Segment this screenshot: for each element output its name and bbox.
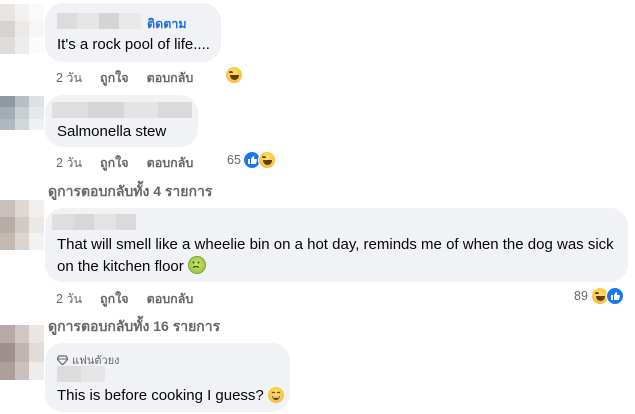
avatar[interactable] (0, 96, 44, 130)
comment-text: This is before cooking I guess? (57, 385, 284, 407)
comment-actions: 2 วัน ถูกใจ ตอบกลับ (56, 153, 193, 173)
comment-text: That will smell like a wheelie bin on a … (57, 236, 614, 275)
commenter-name[interactable] (52, 102, 192, 118)
nauseated-face-icon (187, 256, 206, 274)
comment-actions: 2 วัน ถูกใจ ตอบกลับ (56, 289, 193, 309)
laughing-emoji-icon (258, 151, 276, 169)
diamond-icon (57, 355, 68, 365)
view-replies-link[interactable]: ดูการตอบกลับทั้ง 4 รายการ (48, 181, 212, 203)
commenter-name[interactable] (52, 214, 136, 230)
comment-time[interactable]: 2 วัน (56, 289, 82, 309)
avatar[interactable] (0, 4, 44, 54)
thumbs-up-icon (606, 287, 624, 305)
reply-button[interactable]: ตอบกลับ (147, 289, 194, 309)
follow-link[interactable]: ติดตาม (147, 14, 187, 34)
grinning-face-icon (267, 387, 284, 403)
reaction-count[interactable]: 65 (227, 153, 241, 167)
avatar[interactable] (0, 200, 44, 250)
reply-button[interactable]: ตอบกลับ (147, 68, 194, 88)
commenter-name[interactable] (57, 13, 141, 29)
reaction-count[interactable]: 89 (574, 289, 588, 303)
view-replies-link[interactable]: ดูการตอบกลับทั้ง 16 รายการ (48, 316, 220, 338)
comment-actions: 2 วัน ถูกใจ ตอบกลับ (56, 68, 193, 88)
like-button[interactable]: ถูกใจ (100, 68, 129, 88)
commenter-name[interactable] (57, 366, 105, 382)
avatar[interactable] (0, 325, 44, 380)
comment-text: It's a rock pool of life.... (57, 36, 210, 53)
laughing-emoji-icon[interactable] (225, 66, 243, 84)
like-button[interactable]: ถูกใจ (100, 289, 129, 309)
reply-button[interactable]: ตอบกลับ (147, 153, 194, 173)
like-button[interactable]: ถูกใจ (100, 153, 129, 173)
comment-text: Salmonella stew (57, 123, 167, 140)
comment-time[interactable]: 2 วัน (56, 68, 82, 88)
comment-time[interactable]: 2 วัน (56, 153, 82, 173)
